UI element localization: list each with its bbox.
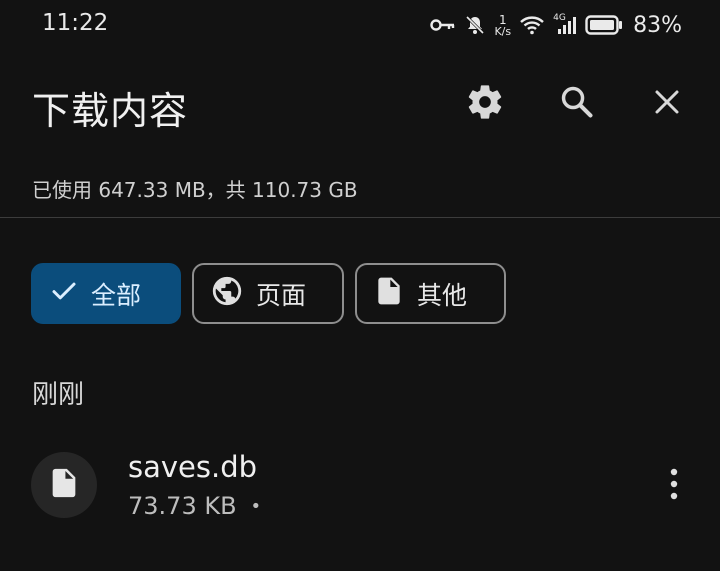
mute-bell-icon bbox=[464, 14, 486, 36]
close-icon bbox=[652, 87, 682, 121]
file-name: saves.db bbox=[128, 450, 258, 484]
meta-separator: • bbox=[250, 495, 262, 517]
storage-summary: 已使用 647.33 MB，共 110.73 GB bbox=[32, 178, 358, 202]
filter-chip-all[interactable]: 全部 bbox=[31, 263, 181, 324]
status-bar: 11:22 1 K/s 4G 83% bbox=[0, 0, 720, 50]
status-icons: 1 K/s 4G 83% bbox=[430, 8, 682, 42]
wifi-icon bbox=[519, 15, 545, 35]
search-button[interactable] bbox=[553, 80, 601, 128]
network-type: 4G bbox=[553, 13, 566, 23]
file-meta: 73.73 KB • bbox=[128, 492, 261, 520]
close-button[interactable] bbox=[643, 80, 691, 128]
search-icon bbox=[558, 83, 596, 125]
filter-chip-other-label: 其他 bbox=[417, 280, 468, 310]
filter-chip-pages[interactable]: 页面 bbox=[192, 263, 344, 324]
app-bar: 下载内容 bbox=[0, 62, 720, 146]
more-vert-icon bbox=[667, 466, 681, 506]
key-icon bbox=[430, 17, 456, 33]
speed-value: 1 bbox=[498, 12, 507, 27]
file-size: 73.73 KB bbox=[128, 492, 237, 520]
battery-icon bbox=[585, 15, 623, 35]
filter-chip-other[interactable]: 其他 bbox=[355, 263, 506, 324]
filter-chip-pages-label: 页面 bbox=[256, 280, 307, 310]
file-icon bbox=[47, 466, 81, 504]
file-icon bbox=[373, 275, 405, 313]
check-icon bbox=[49, 276, 79, 312]
file-thumbnail bbox=[31, 452, 97, 518]
settings-button[interactable] bbox=[461, 80, 509, 128]
filter-chip-all-label: 全部 bbox=[91, 280, 142, 310]
gear-icon bbox=[465, 82, 505, 126]
battery-percent: 83% bbox=[633, 12, 682, 38]
more-options-button[interactable] bbox=[652, 460, 696, 512]
network-speed: 1 K/s bbox=[494, 14, 511, 37]
globe-icon bbox=[210, 274, 244, 314]
downloads-screen: 11:22 1 K/s 4G 83% 下载内容 已使用 647.33 MB，共 … bbox=[0, 0, 720, 571]
cellular-signal-icon: 4G bbox=[553, 13, 577, 35]
section-header-recent: 刚刚 bbox=[32, 380, 85, 410]
speed-unit: K/s bbox=[494, 24, 512, 38]
status-time: 11:22 bbox=[42, 10, 109, 36]
page-title: 下载内容 bbox=[32, 89, 189, 133]
divider bbox=[0, 217, 720, 218]
download-item[interactable]: saves.db 73.73 KB • bbox=[0, 440, 720, 540]
